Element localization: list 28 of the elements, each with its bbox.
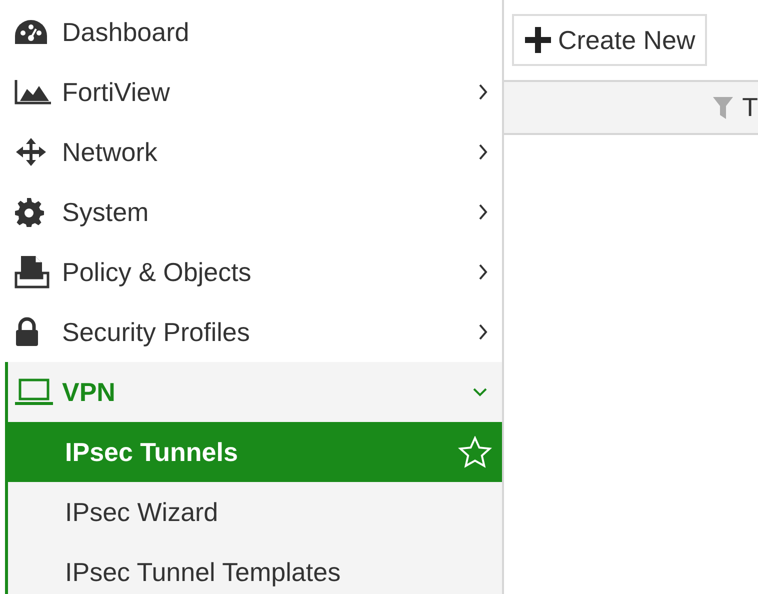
column-heading[interactable]: T (742, 88, 758, 127)
gear-icon (14, 197, 44, 227)
laptop-icon (14, 378, 54, 406)
sidebar-item[interactable]: Network (0, 122, 502, 182)
sidebar-item[interactable]: Dashboard (0, 2, 502, 62)
sidebar-item[interactable]: Policy & Objects (0, 242, 502, 302)
lock-icon (14, 317, 40, 347)
sidebar-label: Security Profiles (62, 316, 251, 348)
submenu-item[interactable]: IPsec Wizard (5, 482, 502, 542)
sidebar-label: Network (62, 136, 158, 168)
dashboard-icon (14, 19, 48, 45)
submenu-item[interactable]: IPsec Tunnel Templates (5, 542, 502, 594)
sidebar-label: Policy & Objects (62, 256, 252, 288)
sidebar-item[interactable]: System (0, 182, 502, 242)
create-new-button[interactable]: Create New (512, 14, 708, 66)
document-tray-icon (14, 255, 50, 289)
sidebar-label: FortiView (62, 76, 171, 108)
arrows-cross-icon (14, 137, 48, 167)
sidebar-item[interactable]: VPN (8, 362, 502, 422)
star-icon[interactable] (458, 436, 492, 468)
plus-icon (524, 26, 552, 54)
submenu-item[interactable]: IPsec Tunnels (5, 422, 502, 482)
sidebar-item[interactable]: Security Profiles (0, 302, 502, 362)
sidebar-label: Dashboard (62, 16, 190, 48)
area-chart-icon (14, 79, 52, 105)
sidebar-label: VPN (62, 376, 116, 408)
sidebar-label: System (62, 196, 150, 228)
sidebar-item[interactable]: FortiView (0, 62, 502, 122)
